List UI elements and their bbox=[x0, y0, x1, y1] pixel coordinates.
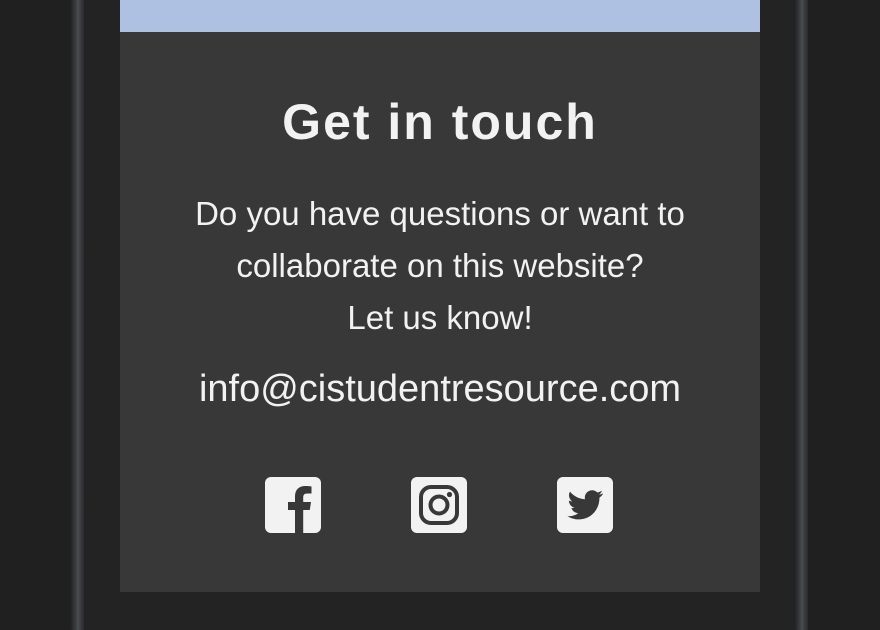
contact-section: Get in touch Do you have questions or wa… bbox=[120, 0, 760, 592]
contact-heading: Get in touch bbox=[282, 94, 598, 150]
device-frame-left bbox=[70, 0, 84, 630]
contact-message-line: Let us know! bbox=[347, 299, 533, 336]
facebook-icon bbox=[265, 477, 321, 533]
device-viewport: Get in touch Do you have questions or wa… bbox=[0, 0, 880, 630]
facebook-link[interactable] bbox=[265, 477, 321, 533]
contact-message: Do you have questions or want to collabo… bbox=[140, 188, 740, 344]
contact-email-link[interactable]: info@cistudentresource.com bbox=[120, 367, 760, 411]
twitter-link[interactable] bbox=[557, 477, 613, 533]
top-color-strip bbox=[120, 0, 760, 32]
instagram-icon bbox=[411, 477, 467, 533]
device-frame-right bbox=[794, 0, 808, 630]
instagram-link[interactable] bbox=[411, 477, 467, 533]
twitter-icon bbox=[557, 477, 613, 533]
contact-message-line: Do you have questions or want to bbox=[195, 195, 685, 232]
contact-message-line: collaborate on this website? bbox=[236, 247, 644, 284]
